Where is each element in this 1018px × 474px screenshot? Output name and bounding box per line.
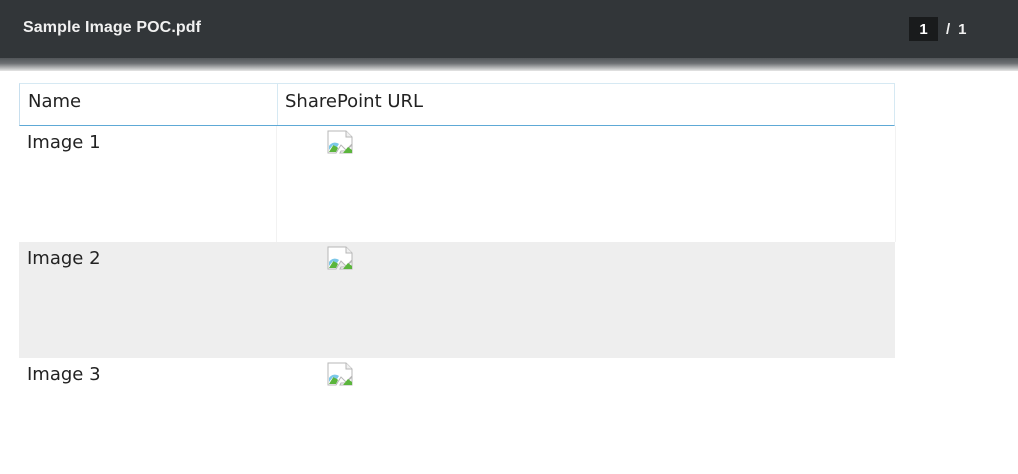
table-row: Image 3 [19,358,895,474]
images-table: Name SharePoint URL Image 1 Image 2 Imag… [19,83,896,474]
column-header-sharepoint-url: SharePoint URL [285,91,424,112]
cell-name: Image 3 [27,364,101,385]
cell-name: Image 2 [27,248,101,269]
cell-sharepoint-url [277,242,895,358]
pdf-toolbar: Sample Image POC.pdf 1 / 1 [0,0,1018,58]
page-total: 1 [958,20,967,38]
toolbar-shadow [0,58,1018,71]
cell-name: Image 1 [19,126,277,242]
page-separator: / [946,20,951,38]
broken-image-icon [327,362,353,386]
table-row: Image 1 [19,126,896,242]
broken-image-icon [327,246,353,270]
table-header-row: Name SharePoint URL [19,83,895,126]
column-header-name: Name [20,84,278,125]
page-number-input[interactable]: 1 [909,17,938,41]
table-row: Image 2 [19,242,895,358]
broken-image-icon [327,130,353,154]
pdf-page: Name SharePoint URL Image 1 Image 2 Imag… [0,71,1018,441]
cell-sharepoint-url [277,358,895,474]
cell-sharepoint-url [277,126,895,242]
document-title: Sample Image POC.pdf [23,19,202,36]
page-indicator: 1 / 1 [909,17,967,41]
